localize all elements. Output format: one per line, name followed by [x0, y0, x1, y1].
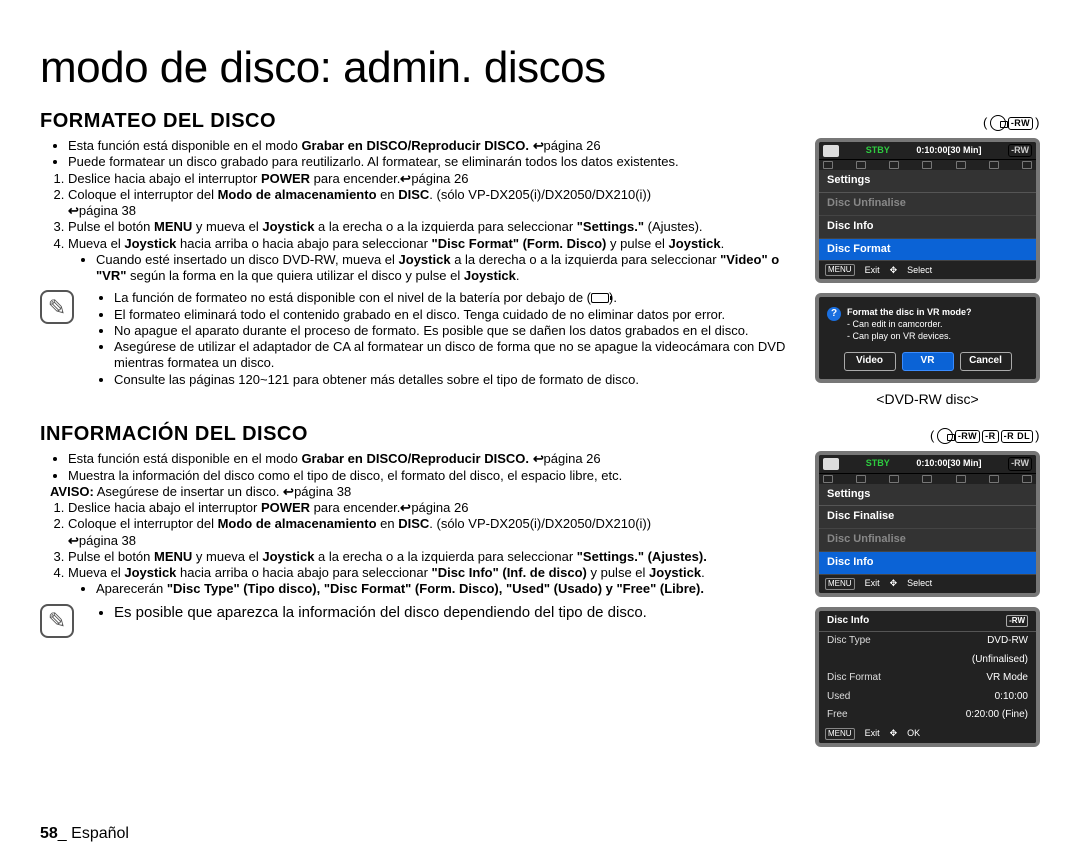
exit-label: Exit — [865, 578, 880, 589]
section2-note: Es posible que aparezca la información d… — [86, 604, 647, 623]
list-item: Coloque el interruptor del Modo de almac… — [68, 516, 797, 549]
list-item: Consulte las páginas 120~121 para obtene… — [114, 372, 797, 388]
stby-label: STBY — [866, 145, 890, 156]
list-item: Muestra la información del disco como el… — [68, 468, 797, 484]
list-item: Mueva el Joystick hacia arriba o hacia a… — [68, 236, 797, 285]
question-icon: ? — [827, 307, 841, 321]
disc-info-panel: Disc Info -RW Disc TypeDVD-RW (Unfinalis… — [815, 607, 1040, 747]
list-item: Aparecerán "Disc Type" (Tipo disco), "Di… — [96, 581, 797, 597]
exit-label: Exit — [865, 728, 880, 739]
camera-icon — [937, 428, 953, 444]
camera-mini-icon — [823, 145, 839, 157]
section1-badges: ( -RW ) — [983, 115, 1040, 131]
dialog-cancel-button[interactable]: Cancel — [960, 352, 1012, 371]
dialog-vr-button[interactable]: VR — [902, 352, 954, 371]
menu-item-selected[interactable]: Disc Info — [819, 552, 1036, 575]
joystick-icon: ✥ — [890, 265, 898, 276]
list-item: Puede formatear un disco grabado para re… — [68, 154, 797, 170]
disc-info-title: Disc Info — [827, 615, 869, 628]
list-item: Es posible que aparezca la información d… — [114, 604, 647, 623]
page-ref-icon — [400, 171, 411, 186]
list-item: Esta función está disponible en el modo … — [68, 451, 797, 467]
select-label: Select — [907, 265, 932, 276]
menu-item[interactable]: Disc Info — [819, 216, 1036, 239]
disc-r-badge: -R — [982, 430, 999, 443]
page-ref-icon — [400, 500, 411, 515]
section2-heading: INFORMACIÓN DEL DISCO — [40, 422, 308, 447]
page-ref-icon — [68, 203, 79, 218]
list-item: Pulse el botón MENU y mueva el Joystick … — [68, 219, 797, 235]
page-number: 58 — [40, 825, 58, 842]
joystick-icon: ✥ — [890, 578, 898, 589]
disc-rdl-badge: -R DL — [1001, 430, 1034, 443]
dialog-line: - Can edit in camcorder. — [847, 319, 972, 331]
rw-mini-badge: -RW — [1006, 615, 1028, 628]
device-screen-settings-format: STBY 0:10:00[30 Min] -RW Settings Disc U… — [815, 138, 1040, 283]
camera-mini-icon — [823, 458, 839, 470]
note-icon: ✎ — [40, 604, 74, 638]
list-item: Coloque el interruptor del Modo de almac… — [68, 187, 797, 220]
section2-steps: Deslice hacia abajo el interruptor POWER… — [40, 500, 797, 598]
list-item: Mueva el Joystick hacia arriba o hacia a… — [68, 565, 797, 598]
menu-heading: Settings — [819, 484, 1036, 507]
menu-item[interactable]: Disc Unfinalise — [819, 529, 1036, 552]
section1-heading: FORMATEO DEL DISCO — [40, 109, 276, 134]
page-ref-icon — [68, 533, 79, 548]
note-icon: ✎ — [40, 290, 74, 324]
ok-label: OK — [907, 728, 920, 739]
rw-mini-badge: -RW — [1008, 457, 1032, 470]
disc-rw-badge: -RW — [955, 430, 980, 443]
timecode-label: 0:10:00[30 Min] — [916, 145, 981, 156]
list-item: Deslice hacia abajo el interruptor POWER… — [68, 500, 797, 516]
page-footer: 58_ Español — [40, 824, 129, 844]
footer-lang: Español — [71, 825, 129, 842]
menu-item[interactable]: Disc Unfinalise — [819, 193, 1036, 216]
list-item: La función de formateo no está disponibl… — [114, 290, 797, 306]
menu-item-selected[interactable]: Disc Format — [819, 239, 1036, 262]
menu-tag: MENU — [825, 264, 855, 276]
list-item: Esta función está disponible en el modo … — [68, 138, 797, 154]
list-item: No apague el aparato durante el proceso … — [114, 323, 797, 339]
dvd-rw-caption: <DVD-RW disc> — [815, 391, 1040, 409]
battery-icon — [591, 293, 609, 303]
indicator-row — [819, 160, 1036, 170]
dialog-video-button[interactable]: Video — [844, 352, 896, 371]
section1-notes: La función de formateo no está disponibl… — [86, 290, 797, 388]
page-ref-icon — [283, 484, 294, 499]
disc-rw-badge: -RW — [1008, 117, 1033, 130]
camera-icon — [990, 115, 1006, 131]
section2-intro-list: Esta función está disponible en el modo … — [40, 451, 797, 484]
menu-tag: MENU — [825, 728, 855, 740]
section2-badges: ( -RW -R -R DL ) — [930, 428, 1040, 444]
list-item: Cuando esté insertado un disco DVD-RW, m… — [96, 252, 797, 285]
indicator-row — [819, 474, 1036, 484]
section1-intro-list: Esta función está disponible en el modo … — [40, 138, 797, 171]
exit-label: Exit — [865, 265, 880, 276]
menu-tag: MENU — [825, 578, 855, 590]
stby-label: STBY — [866, 458, 890, 469]
rw-mini-badge: -RW — [1008, 144, 1032, 157]
page-ref-icon — [533, 451, 544, 466]
section1-steps: Deslice hacia abajo el interruptor POWER… — [40, 171, 797, 285]
menu-item[interactable]: Disc Finalise — [819, 506, 1036, 529]
list-item: Asegúrese de utilizar el adaptador de CA… — [114, 339, 797, 372]
menu-heading: Settings — [819, 170, 1036, 193]
list-item: Pulse el botón MENU y mueva el Joystick … — [68, 549, 797, 565]
list-item: El formateo eliminará todo el contenido … — [114, 307, 797, 323]
page-title: modo de disco: admin. discos — [40, 40, 1040, 95]
dialog-question: Format the disc in VR mode? — [847, 307, 972, 319]
device-screen-settings-info: STBY 0:10:00[30 Min] -RW Settings Disc F… — [815, 451, 1040, 596]
section2-header: INFORMACIÓN DEL DISCO ( -RW -R -R DL ) — [40, 422, 1040, 447]
format-dialog: ? Format the disc in VR mode? - Can edit… — [815, 293, 1040, 383]
list-item: Deslice hacia abajo el interruptor POWER… — [68, 171, 797, 187]
select-label: Select — [907, 578, 932, 589]
page-ref-icon — [533, 138, 544, 153]
joystick-icon: ✥ — [890, 728, 898, 739]
aviso-line: AVISO: Asegúrese de insertar un disco. p… — [40, 484, 797, 500]
timecode-label: 0:10:00[30 Min] — [916, 458, 981, 469]
dialog-line: - Can play on VR devices. — [847, 331, 972, 343]
section1-header: FORMATEO DEL DISCO ( -RW ) — [40, 109, 1040, 134]
